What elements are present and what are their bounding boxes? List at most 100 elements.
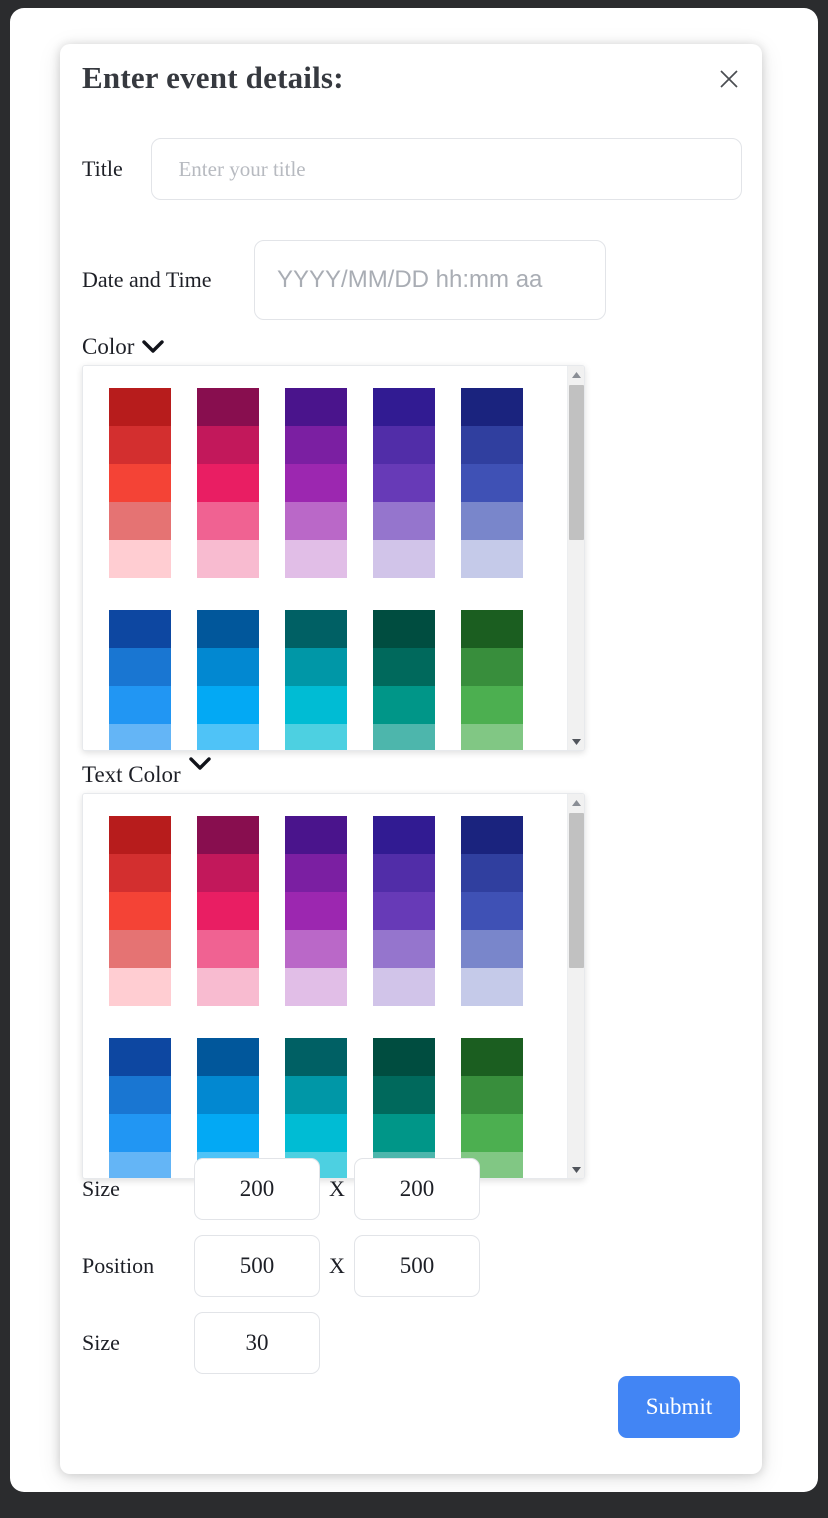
position-y-input[interactable] — [354, 1235, 480, 1297]
color-swatch-light-blue-1[interactable] — [197, 648, 259, 686]
color-swatch-teal-1[interactable] — [373, 648, 435, 686]
text-color-swatch-blue-0[interactable] — [109, 1038, 171, 1076]
color-swatch-cyan-2[interactable] — [285, 686, 347, 724]
color-swatch-cyan-0[interactable] — [285, 610, 347, 648]
color-swatch-indigo-1[interactable] — [461, 426, 523, 464]
font-size-input[interactable] — [194, 1312, 320, 1374]
color-swatch-deep-purple-4[interactable] — [373, 540, 435, 578]
color-swatch-deep-purple-1[interactable] — [373, 426, 435, 464]
color-palette-panel[interactable] — [82, 365, 585, 751]
color-swatch-light-blue-3[interactable] — [197, 724, 259, 750]
color-swatch-pink-4[interactable] — [197, 540, 259, 578]
size-height-input[interactable] — [354, 1158, 480, 1220]
text-color-swatch-cyan-1[interactable] — [285, 1076, 347, 1114]
color-swatch-cyan-1[interactable] — [285, 648, 347, 686]
color-swatch-deep-purple-0[interactable] — [373, 388, 435, 426]
text-color-swatch-deep-purple-3[interactable] — [373, 930, 435, 968]
text-color-swatch-indigo-3[interactable] — [461, 930, 523, 968]
color-swatch-pink-0[interactable] — [197, 388, 259, 426]
text-color-swatch-purple-4[interactable] — [285, 968, 347, 1006]
color-swatch-purple-1[interactable] — [285, 426, 347, 464]
text-color-swatch-cyan-2[interactable] — [285, 1114, 347, 1152]
text-color-swatch-indigo-1[interactable] — [461, 854, 523, 892]
text-color-dropdown-toggle[interactable]: Text Color — [82, 762, 211, 788]
color-swatch-green-1[interactable] — [461, 648, 523, 686]
size-width-input[interactable] — [194, 1158, 320, 1220]
text-color-swatch-pink-4[interactable] — [197, 968, 259, 1006]
text-color-swatch-red-3[interactable] — [109, 930, 171, 968]
color-dropdown-toggle[interactable]: Color — [82, 334, 164, 360]
text-color-swatch-purple-1[interactable] — [285, 854, 347, 892]
color-swatch-green-3[interactable] — [461, 724, 523, 750]
color-swatch-red-2[interactable] — [109, 464, 171, 502]
color-swatch-blue-1[interactable] — [109, 648, 171, 686]
color-swatch-green-0[interactable] — [461, 610, 523, 648]
color-swatch-red-4[interactable] — [109, 540, 171, 578]
triangle-down-icon[interactable] — [568, 1161, 585, 1178]
color-swatch-pink-3[interactable] — [197, 502, 259, 540]
close-icon[interactable] — [714, 64, 744, 94]
text-color-swatch-red-1[interactable] — [109, 854, 171, 892]
text-color-swatch-purple-0[interactable] — [285, 816, 347, 854]
color-swatch-deep-purple-2[interactable] — [373, 464, 435, 502]
color-swatch-blue-0[interactable] — [109, 610, 171, 648]
text-color-palette-panel[interactable] — [82, 793, 585, 1179]
text-color-swatch-light-blue-0[interactable] — [197, 1038, 259, 1076]
text-color-palette-scrollbar[interactable] — [567, 794, 584, 1178]
scrollbar-thumb[interactable] — [569, 813, 584, 968]
color-palette-scrollbar[interactable] — [567, 366, 584, 750]
datetime-input[interactable] — [254, 240, 606, 320]
color-swatch-red-3[interactable] — [109, 502, 171, 540]
text-color-swatch-teal-2[interactable] — [373, 1114, 435, 1152]
text-color-swatch-pink-2[interactable] — [197, 892, 259, 930]
text-color-swatch-deep-purple-0[interactable] — [373, 816, 435, 854]
color-swatch-pink-2[interactable] — [197, 464, 259, 502]
color-swatch-red-0[interactable] — [109, 388, 171, 426]
color-swatch-green-2[interactable] — [461, 686, 523, 724]
title-input[interactable] — [151, 138, 742, 200]
text-color-swatch-green-0[interactable] — [461, 1038, 523, 1076]
color-swatch-light-blue-0[interactable] — [197, 610, 259, 648]
text-color-swatch-indigo-4[interactable] — [461, 968, 523, 1006]
text-color-swatch-light-blue-1[interactable] — [197, 1076, 259, 1114]
color-swatch-red-1[interactable] — [109, 426, 171, 464]
color-swatch-deep-purple-3[interactable] — [373, 502, 435, 540]
color-swatch-purple-0[interactable] — [285, 388, 347, 426]
text-color-swatch-red-2[interactable] — [109, 892, 171, 930]
triangle-down-icon[interactable] — [568, 733, 585, 750]
text-color-swatch-indigo-0[interactable] — [461, 816, 523, 854]
text-color-swatch-deep-purple-4[interactable] — [373, 968, 435, 1006]
position-x-input[interactable] — [194, 1235, 320, 1297]
color-swatch-blue-2[interactable] — [109, 686, 171, 724]
text-color-swatch-pink-1[interactable] — [197, 854, 259, 892]
text-color-swatch-teal-1[interactable] — [373, 1076, 435, 1114]
text-color-swatch-cyan-0[interactable] — [285, 1038, 347, 1076]
color-swatch-indigo-2[interactable] — [461, 464, 523, 502]
color-swatch-light-blue-2[interactable] — [197, 686, 259, 724]
text-color-swatch-light-blue-2[interactable] — [197, 1114, 259, 1152]
triangle-up-icon[interactable] — [568, 366, 585, 383]
submit-button[interactable]: Submit — [618, 1376, 740, 1438]
scrollbar-thumb[interactable] — [569, 385, 584, 540]
text-color-swatch-deep-purple-2[interactable] — [373, 892, 435, 930]
text-color-swatch-pink-3[interactable] — [197, 930, 259, 968]
color-swatch-teal-2[interactable] — [373, 686, 435, 724]
text-color-swatch-green-1[interactable] — [461, 1076, 523, 1114]
color-swatch-cyan-3[interactable] — [285, 724, 347, 750]
color-swatch-indigo-0[interactable] — [461, 388, 523, 426]
color-swatch-indigo-4[interactable] — [461, 540, 523, 578]
triangle-up-icon[interactable] — [568, 794, 585, 811]
color-swatch-purple-4[interactable] — [285, 540, 347, 578]
text-color-swatch-red-0[interactable] — [109, 816, 171, 854]
color-swatch-indigo-3[interactable] — [461, 502, 523, 540]
color-swatch-purple-2[interactable] — [285, 464, 347, 502]
color-swatch-purple-3[interactable] — [285, 502, 347, 540]
text-color-swatch-indigo-2[interactable] — [461, 892, 523, 930]
color-swatch-pink-1[interactable] — [197, 426, 259, 464]
text-color-swatch-deep-purple-1[interactable] — [373, 854, 435, 892]
text-color-swatch-purple-2[interactable] — [285, 892, 347, 930]
text-color-swatch-blue-1[interactable] — [109, 1076, 171, 1114]
color-swatch-teal-3[interactable] — [373, 724, 435, 750]
text-color-swatch-green-2[interactable] — [461, 1114, 523, 1152]
text-color-swatch-red-4[interactable] — [109, 968, 171, 1006]
